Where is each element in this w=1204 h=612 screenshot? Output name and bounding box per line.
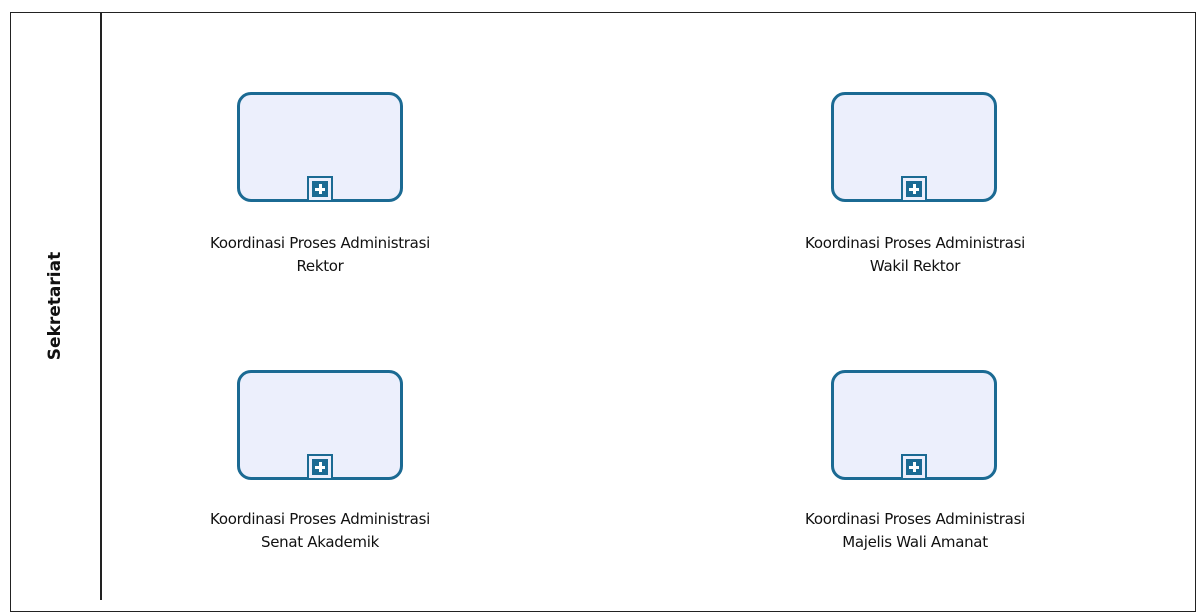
task-label-wakil-rektor: Koordinasi Proses Administrasi Wakil Rek… <box>765 232 1065 278</box>
subprocess-task-senat-akademik[interactable] <box>237 370 403 480</box>
task-label-line: Rektor <box>296 257 344 275</box>
task-label-line: Koordinasi Proses Administrasi <box>210 510 430 528</box>
lane-label: Sekretariat <box>45 251 65 361</box>
lane-divider <box>100 12 102 600</box>
task-label-line: Wakil Rektor <box>869 257 961 275</box>
plus-icon <box>906 459 922 475</box>
subprocess-expand-marker[interactable] <box>901 454 927 480</box>
subprocess-task-wakil-rektor[interactable] <box>831 92 997 202</box>
subprocess-task-rektor[interactable] <box>237 92 403 202</box>
subprocess-expand-marker[interactable] <box>901 176 927 202</box>
task-label-rektor: Koordinasi Proses Administrasi Rektor <box>170 232 470 278</box>
task-label-line: Koordinasi Proses Administrasi <box>805 234 1025 252</box>
plus-icon <box>906 181 922 197</box>
subprocess-expand-marker[interactable] <box>307 176 333 202</box>
task-label-line: Koordinasi Proses Administrasi <box>210 234 430 252</box>
task-label-line: Majelis Wali Amanat <box>842 533 988 551</box>
subprocess-expand-marker[interactable] <box>307 454 333 480</box>
plus-icon <box>312 459 328 475</box>
task-label-senat-akademik: Koordinasi Proses Administrasi Senat Aka… <box>170 508 470 554</box>
task-label-majelis-wali-amanat: Koordinasi Proses Administrasi Majelis W… <box>765 508 1065 554</box>
task-label-line: Senat Akademik <box>261 533 379 551</box>
task-label-line: Koordinasi Proses Administrasi <box>805 510 1025 528</box>
subprocess-task-majelis-wali-amanat[interactable] <box>831 370 997 480</box>
plus-icon <box>312 181 328 197</box>
lane-header: Sekretariat <box>10 12 100 600</box>
